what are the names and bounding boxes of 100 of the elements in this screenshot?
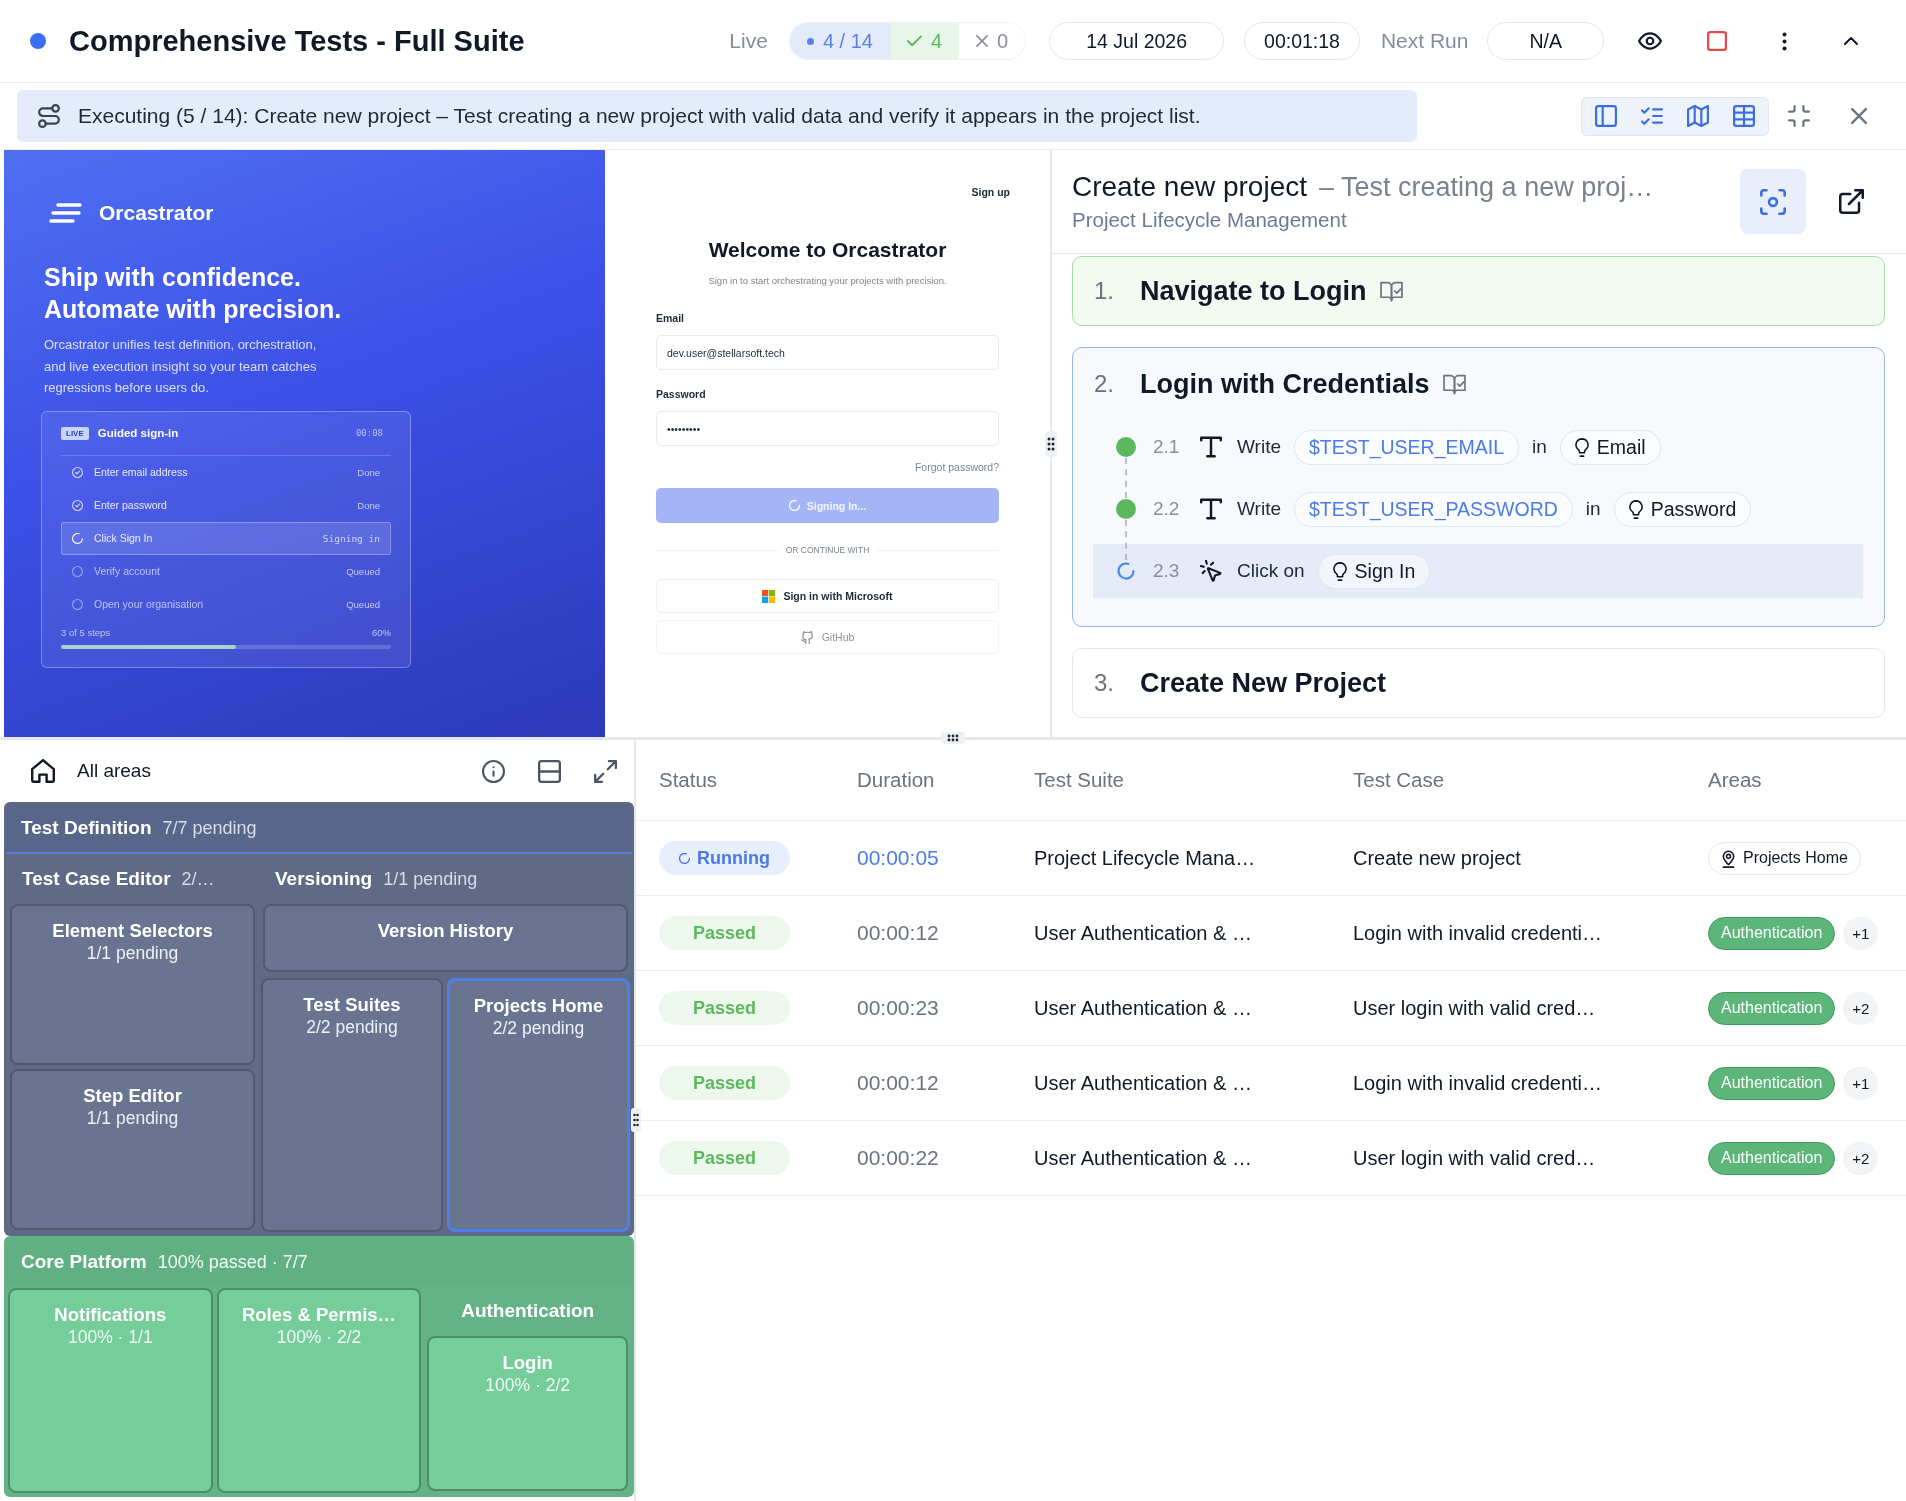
element-chip[interactable]: Sign In bbox=[1317, 553, 1431, 589]
resize-handle[interactable] bbox=[631, 1108, 641, 1132]
more-areas-count[interactable]: +2 bbox=[1843, 1141, 1879, 1175]
connector-word: in bbox=[1585, 498, 1601, 520]
spinner-icon bbox=[788, 500, 800, 511]
expand-button[interactable] bbox=[593, 759, 617, 783]
step-card[interactable]: 3. Create New Project bbox=[1072, 648, 1885, 718]
column-header[interactable]: Duration bbox=[834, 768, 1011, 792]
area-tile[interactable]: Projects Home 2/2 pending bbox=[447, 978, 630, 1232]
area-tile[interactable]: Version History bbox=[263, 904, 628, 972]
expand-icon bbox=[593, 759, 617, 783]
area-summary: 2/2 pending bbox=[306, 1016, 398, 1038]
breadcrumb-label[interactable]: All areas bbox=[77, 760, 151, 782]
sign-in-provider-button[interactable]: Sign in with Microsoft bbox=[656, 579, 999, 613]
step-card[interactable]: 2. Login with Credentials 2.1 Write $TEST_USER_EMAIL in Email 2.2 Write $TEST_USER_PASSWORD in Password 2.3 Click on Sign In bbox=[1072, 347, 1885, 627]
element-name: Email bbox=[1596, 435, 1646, 459]
test-case-text: User login with valid cred… bbox=[1353, 1146, 1596, 1170]
text-type-icon bbox=[1200, 436, 1222, 458]
duration-text: 00:00:23 bbox=[857, 996, 939, 1020]
element-name: Sign In bbox=[1354, 559, 1416, 583]
area-tile[interactable]: Step Editor 1/1 pending bbox=[10, 1069, 255, 1230]
element-chip[interactable]: Email bbox=[1559, 429, 1661, 465]
more-areas-count[interactable]: +2 bbox=[1843, 991, 1879, 1025]
area-name: Roles & Permis… bbox=[241, 1304, 397, 1326]
area-subgroup-summary: 1/1 pending bbox=[383, 868, 478, 890]
substep-row[interactable]: 2.3 Click on Sign In bbox=[1093, 544, 1863, 598]
action-text: Click on bbox=[1237, 560, 1305, 582]
area-name: Version History bbox=[377, 920, 514, 942]
info-button[interactable] bbox=[481, 759, 505, 783]
substep-row[interactable]: 2.2 Write $TEST_USER_PASSWORD in Password bbox=[1093, 482, 1863, 536]
scan-focus-icon bbox=[1760, 188, 1786, 215]
card-title: Guided sign-in bbox=[97, 427, 179, 439]
area-tile[interactable]: Test Suites 2/2 pending bbox=[261, 978, 443, 1232]
area-summary: 100% · 1/1 bbox=[68, 1326, 153, 1348]
home-icon bbox=[31, 759, 55, 783]
area-group-summary: 100% passed · 7/7 bbox=[157, 1251, 308, 1273]
eye-icon bbox=[1638, 32, 1662, 50]
form-subtitle: Sign in to start orchestrating your projects with precision. bbox=[708, 275, 947, 286]
test-case-text: User login with valid cred… bbox=[1353, 996, 1596, 1020]
input-field[interactable]: ••••••••• bbox=[656, 411, 999, 446]
test-case-title: Create new project bbox=[1072, 171, 1307, 203]
step-number: 3. bbox=[1094, 669, 1115, 697]
action-text: Write bbox=[1237, 436, 1281, 458]
connector-line bbox=[1125, 458, 1127, 498]
substep-number: 2.2 bbox=[1153, 498, 1181, 520]
route-icon bbox=[38, 104, 60, 128]
more-vertical-icon bbox=[1781, 31, 1787, 51]
resize-handle[interactable] bbox=[1045, 431, 1057, 457]
connector-line bbox=[1125, 520, 1127, 560]
step-title: Login with Credentials bbox=[1140, 368, 1430, 400]
input-field[interactable]: dev.user@stellarsoft.tech bbox=[656, 335, 999, 370]
area-group-summary: 7/7 pending bbox=[162, 817, 257, 839]
area-name: Test Suites bbox=[303, 994, 401, 1016]
area-tag[interactable]: Projects Home bbox=[1708, 841, 1861, 875]
resize-handle[interactable] bbox=[941, 732, 965, 744]
sign-up-link[interactable]: Sign up bbox=[971, 186, 1010, 198]
step-label: Enter password bbox=[94, 499, 167, 511]
column-header[interactable]: Test Case bbox=[1330, 768, 1685, 792]
area-group-name: Test Definition bbox=[21, 817, 152, 839]
execution-status-text: Executing (5 / 14): Create new project – Test creating a new project with valid data and verify it appears in the project list. bbox=[78, 104, 1201, 128]
passed-count: 4 bbox=[930, 29, 943, 53]
step-card[interactable]: 1. Navigate to Login bbox=[1072, 256, 1885, 326]
more-areas-count[interactable]: +1 bbox=[1843, 916, 1879, 950]
substep-row[interactable]: 2.1 Write $TEST_USER_EMAIL in Email bbox=[1093, 420, 1863, 474]
substep-number: 2.3 bbox=[1153, 560, 1181, 582]
status-label: Passed bbox=[692, 1147, 756, 1169]
step-state: Queued bbox=[346, 565, 380, 577]
promo-description: Orcastrator unifies test definition, orchestration, and live execution insight so your team catches regressions before users do. bbox=[44, 336, 318, 397]
progress-count: 4 / 14 bbox=[822, 29, 873, 53]
duration-text: 00:00:22 bbox=[857, 1146, 939, 1170]
area-subgroup-name: Test Case Editor bbox=[22, 868, 171, 890]
element-name: Password bbox=[1650, 497, 1737, 521]
step-state: Done bbox=[357, 499, 380, 511]
area-summary: 100% · 2/2 bbox=[485, 1374, 570, 1396]
element-chip[interactable]: Password bbox=[1613, 491, 1752, 527]
run-title: Comprehensive Tests - Full Suite bbox=[69, 24, 525, 58]
step-number: 1. bbox=[1094, 277, 1115, 305]
more-areas-count[interactable]: +1 bbox=[1843, 1066, 1879, 1100]
forgot-password-link[interactable]: Forgot password? bbox=[914, 461, 999, 473]
text-type-icon bbox=[1200, 498, 1222, 520]
four-squares-logo-icon bbox=[762, 589, 776, 603]
test-suite-text: User Authentication & … bbox=[1034, 1071, 1252, 1095]
headline: Automate with precision. bbox=[44, 294, 342, 325]
layout-button[interactable] bbox=[537, 759, 561, 783]
area-label: Authentication bbox=[1721, 999, 1823, 1017]
step-label: Open your organisation bbox=[94, 598, 204, 610]
cursor-click-icon bbox=[1200, 560, 1222, 582]
mode-label: Live bbox=[729, 29, 768, 53]
table-icon bbox=[1733, 105, 1755, 127]
duration-text: 00:00:12 bbox=[857, 921, 939, 945]
column-header[interactable]: Test Suite bbox=[1011, 768, 1330, 792]
area-group[interactable]: Test Definition 7/7 pending Test Case Editor 2/… Element Selectors 1/1 pending Step Editor 1/1 pending Versioning 1/1 pending Version History Test Suites 2/2 pending Projects Home 2/2 pending bbox=[4, 802, 634, 1236]
test-case-text: Create new project bbox=[1353, 846, 1521, 870]
area-tile[interactable]: Element Selectors 1/1 pending bbox=[10, 904, 255, 1065]
home-button[interactable] bbox=[31, 759, 55, 783]
column-header[interactable]: Status bbox=[659, 768, 834, 792]
area-name: Element Selectors bbox=[52, 920, 213, 942]
column-header[interactable]: Areas bbox=[1685, 768, 1906, 792]
focus-button[interactable] bbox=[1740, 169, 1806, 234]
close-icon bbox=[1851, 108, 1867, 124]
